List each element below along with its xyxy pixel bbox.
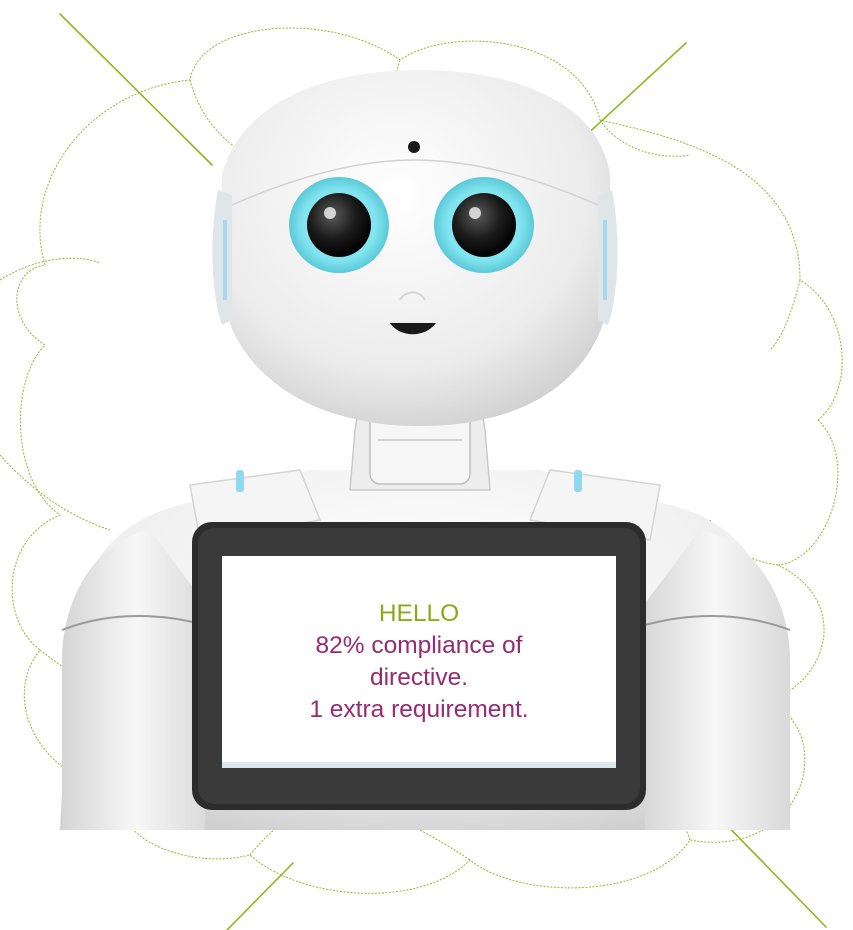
tablet-screen-message: HELLO 82% compliance of directive. 1 ext…: [222, 556, 616, 768]
robot-scene: [0, 13, 843, 930]
directive-text: directive.: [369, 664, 469, 691]
greeting-text: HELLO: [378, 600, 460, 628]
requirement-text: 1 extra requirement.: [309, 695, 529, 723]
compliance-text: 82% compliance of: [315, 632, 523, 660]
